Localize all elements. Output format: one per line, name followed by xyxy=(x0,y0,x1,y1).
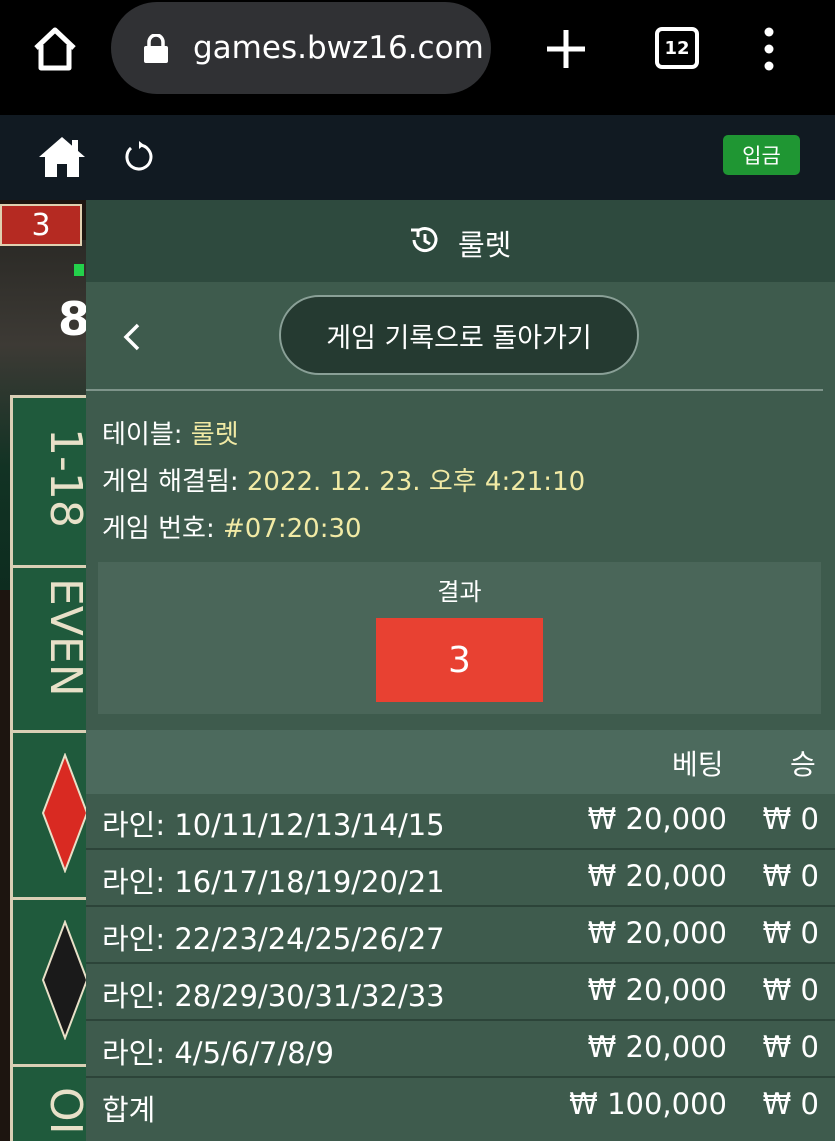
felt-cell-1-18[interactable]: 1-18 xyxy=(13,395,86,565)
win-amount-cell: ₩ 0 xyxy=(762,916,819,950)
red-diamond-icon xyxy=(41,753,86,873)
table-row: 라인: 10/11/12/13/14/15 ₩ 20,000 ₩ 0 xyxy=(86,794,835,850)
browser-menu-icon[interactable] xyxy=(760,27,778,71)
info-game-number: 게임 번호: #07:20:30 xyxy=(102,508,362,545)
felt-cell-odd[interactable]: OI xyxy=(13,1064,86,1141)
game-home-icon[interactable] xyxy=(37,135,87,179)
table-row: 라인: 28/29/30/31/32/33 ₩ 20,000 ₩ 0 xyxy=(86,965,835,1021)
info-value: 2022. 12. 23. 오후 4:21:10 xyxy=(246,467,586,497)
felt-label-even: EVEN xyxy=(40,578,86,697)
felt-cell-black[interactable] xyxy=(13,897,86,1064)
felt-label-1-18: 1-18 xyxy=(40,428,86,528)
bet-line-cell: 라인: 16/17/18/19/20/21 xyxy=(102,865,445,899)
browser-home-icon[interactable] xyxy=(30,24,80,74)
felt-label-odd: OI xyxy=(40,1087,86,1135)
divider xyxy=(86,389,823,391)
status-dot xyxy=(74,264,84,276)
bet-amount-cell: ₩ 20,000 xyxy=(587,1030,727,1064)
bet-amount-cell: ₩ 20,000 xyxy=(587,916,727,950)
refresh-icon[interactable] xyxy=(122,140,156,174)
bet-line-cell: 라인: 4/5/6/7/8/9 xyxy=(102,1036,334,1070)
new-tab-icon[interactable] xyxy=(543,26,589,72)
win-amount-cell: ₩ 0 xyxy=(762,859,819,893)
game-topbar: 입금 xyxy=(0,115,835,200)
table-total-row: 합계 ₩ 100,000 ₩ 0 xyxy=(86,1079,835,1135)
bet-line-cell: 라인: 10/11/12/13/14/15 xyxy=(102,808,445,842)
tab-switcher-button[interactable]: 12 xyxy=(655,27,699,69)
back-to-history-button[interactable]: 게임 기록으로 돌아가기 xyxy=(279,295,639,375)
total-win-cell: ₩ 0 xyxy=(762,1087,819,1121)
bet-amount-cell: ₩ 20,000 xyxy=(587,859,727,893)
address-bar[interactable]: games.bwz16.com xyxy=(111,2,491,94)
info-resolved: 게임 해결됨: 2022. 12. 23. 오후 4:21:10 xyxy=(102,461,585,498)
info-value: 룰렛 xyxy=(190,420,239,450)
felt-cell-red[interactable] xyxy=(13,730,86,897)
partial-number: 8 xyxy=(58,292,86,346)
game-table-background: 3 8 1-18 EVEN OI xyxy=(0,200,86,1141)
win-amount-cell: ₩ 0 xyxy=(762,802,819,836)
panel-title: 룰렛 xyxy=(458,228,512,262)
bet-line-cell: 라인: 22/23/24/25/26/27 xyxy=(102,922,445,956)
panel-header: 룰렛 xyxy=(86,200,835,282)
table-row: 라인: 16/17/18/19/20/21 ₩ 20,000 ₩ 0 xyxy=(86,851,835,907)
black-diamond-icon xyxy=(41,920,86,1040)
result-label: 결과 xyxy=(437,578,482,606)
column-header-bet: 베팅 xyxy=(672,748,724,781)
column-header-win: 승 xyxy=(790,748,816,781)
game-history-panel: 룰렛 게임 기록으로 돌아가기 테이블: 룰렛 게임 해결됨: 2022. 12… xyxy=(86,200,835,1141)
total-bet-cell: ₩ 100,000 xyxy=(569,1087,727,1121)
result-number-badge: 3 xyxy=(376,618,543,702)
url-text: games.bwz16.com xyxy=(193,30,484,66)
bet-line-cell: 라인: 28/29/30/31/32/33 xyxy=(102,979,445,1013)
felt-cell-even[interactable]: EVEN xyxy=(13,565,86,730)
win-amount-cell: ₩ 0 xyxy=(762,973,819,1007)
bet-amount-cell: ₩ 20,000 xyxy=(587,973,727,1007)
info-value: #07:20:30 xyxy=(222,514,362,544)
info-label: 게임 번호: xyxy=(102,514,223,544)
win-amount-cell: ₩ 0 xyxy=(762,1030,819,1064)
app-root: games.bwz16.com 12 입금 3 8 1-18 EVEN OI 룰… xyxy=(0,0,835,1141)
chevron-left-icon[interactable] xyxy=(120,322,144,352)
bet-amount-cell: ₩ 20,000 xyxy=(587,802,727,836)
total-label: 합계 xyxy=(102,1093,156,1127)
last-result-badge: 3 xyxy=(0,204,82,246)
deposit-button[interactable]: 입금 xyxy=(723,135,800,175)
table-row: 라인: 22/23/24/25/26/27 ₩ 20,000 ₩ 0 xyxy=(86,908,835,964)
history-icon xyxy=(411,227,438,253)
browser-toolbar: games.bwz16.com 12 xyxy=(0,0,835,115)
info-table: 테이블: 룰렛 xyxy=(102,414,239,451)
result-section: 결과 3 xyxy=(98,562,821,714)
table-header: 베팅 승 xyxy=(86,730,835,794)
lock-icon xyxy=(144,34,168,63)
info-label: 테이블: xyxy=(102,420,191,450)
betting-felt: 1-18 EVEN OI xyxy=(10,395,86,1141)
info-label: 게임 해결됨: xyxy=(102,467,247,497)
table-row: 라인: 4/5/6/7/8/9 ₩ 20,000 ₩ 0 xyxy=(86,1022,835,1078)
